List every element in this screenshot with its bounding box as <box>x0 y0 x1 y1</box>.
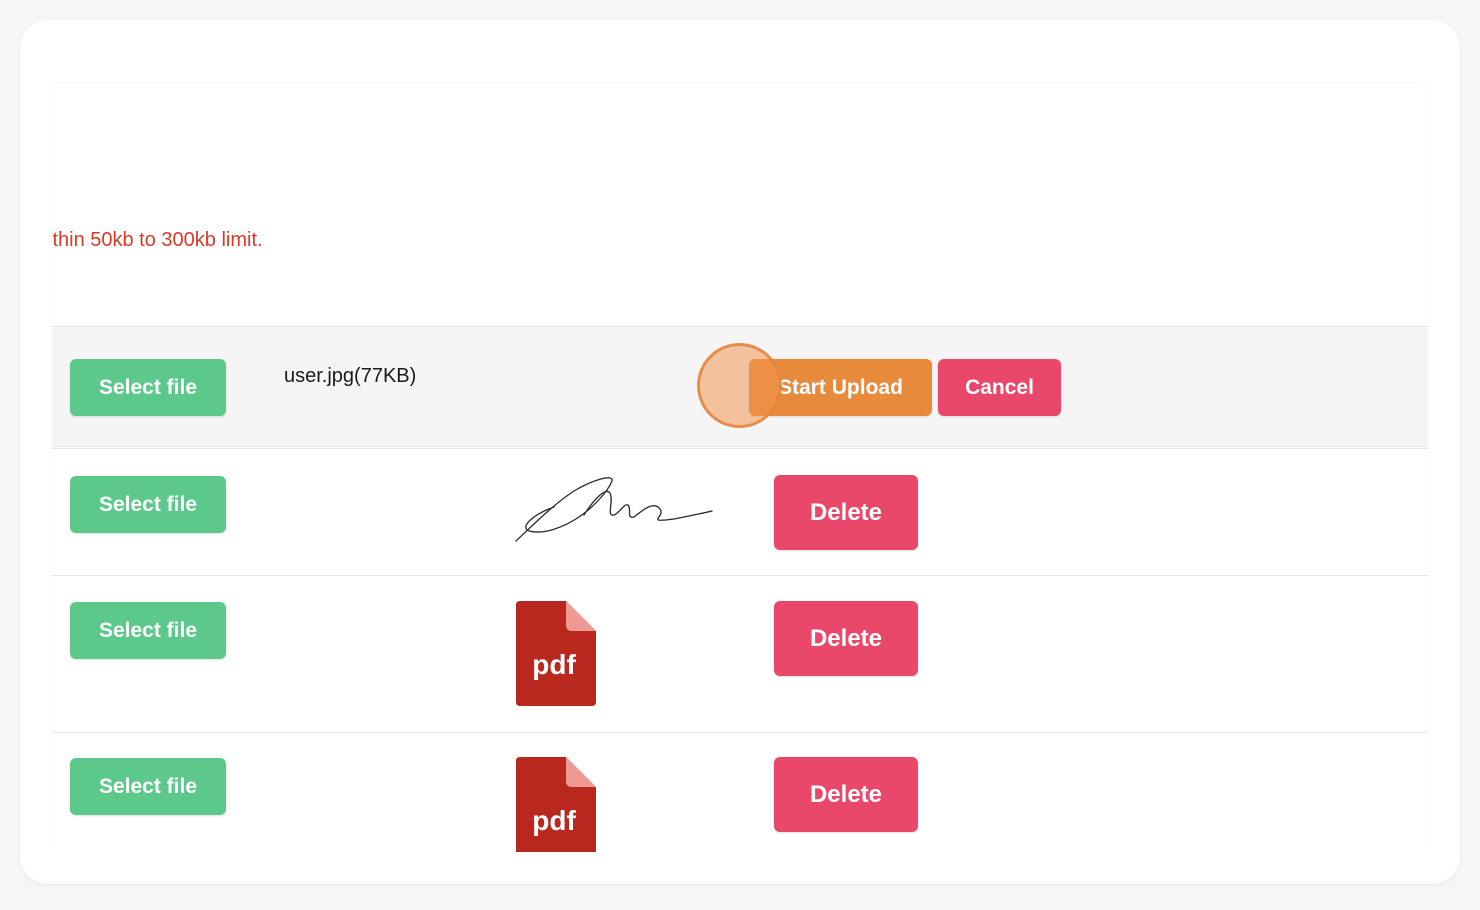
select-file-button[interactable]: Select file <box>70 758 226 815</box>
select-file-button[interactable]: Select file <box>70 476 226 533</box>
pdf-icon: pdf <box>516 601 596 706</box>
file-row: Select file Delete <box>52 448 1428 576</box>
select-file-button[interactable]: Select file <box>70 359 226 416</box>
selected-filename: user.jpg(77KB) <box>284 365 417 387</box>
delete-button[interactable]: Delete <box>774 601 918 676</box>
delete-button[interactable]: Delete <box>774 757 918 832</box>
click-indicator <box>697 343 782 428</box>
main-card: ithin 50kb to 300kb limit. Select file u… <box>20 20 1460 884</box>
file-row: Select file pdf Delete <box>52 732 1428 852</box>
file-row: Select file pdf Delete <box>52 575 1428 733</box>
pdf-label: pdf <box>532 649 576 680</box>
upload-row: Select file user.jpg(77KB) Start Upload … <box>52 326 1428 447</box>
select-file-button[interactable]: Select file <box>70 602 226 659</box>
pdf-icon: pdf <box>516 757 596 852</box>
signature-image <box>515 477 713 542</box>
size-limit-notice: ithin 50kb to 300kb limit. <box>52 229 263 251</box>
cancel-button[interactable]: Cancel <box>938 359 1061 416</box>
pdf-label: pdf <box>532 805 576 836</box>
upload-panel: ithin 50kb to 300kb limit. Select file u… <box>52 84 1428 852</box>
delete-button[interactable]: Delete <box>774 475 918 550</box>
